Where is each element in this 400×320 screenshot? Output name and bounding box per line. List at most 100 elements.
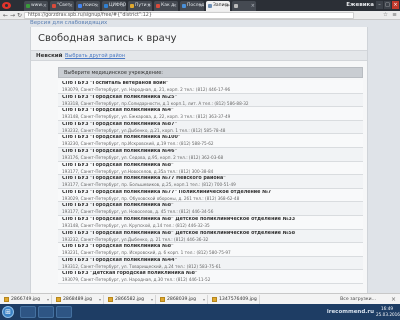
start-button[interactable]: ⊞ <box>2 306 14 318</box>
download-bar: Все загрузки... × 2866749.jpg ▾ 2868489.jp… <box>0 293 400 304</box>
institution-row[interactable]: СПб ГБУЗ "Городская поликлиника №8" Детс… <box>58 229 363 244</box>
image-file-icon <box>4 297 9 302</box>
institution-address: 193232, Санкт-Петербург, ул.Дыбенко, д. … <box>62 236 209 242</box>
institution-row[interactable]: СПб ГБУЗ "Городская поликлиника №46" 1931… <box>58 147 363 162</box>
chevron-down-icon[interactable]: ▾ <box>255 295 257 304</box>
download-item[interactable]: 2868039.jpg ▾ <box>158 295 208 304</box>
chevron-down-icon[interactable]: ▾ <box>151 295 153 304</box>
url-text: https://gorzdrav.spb.ru/signup/free/#{"d… <box>28 13 152 18</box>
institution-address: 193176, Санкт-Петербург, ул. Седова, д.9… <box>62 154 224 160</box>
chevron-down-icon[interactable]: ▾ <box>47 295 49 304</box>
minimize-icon[interactable]: – <box>376 1 383 9</box>
tab-close-icon[interactable]: × <box>69 2 73 10</box>
address-bar: ← → ↻ https://gorzdrav.spb.ru/signup/fre… <box>0 11 400 20</box>
window-controls: – □ × <box>375 1 399 9</box>
watermark: irecommend.ru <box>326 309 374 315</box>
star-icon[interactable]: ☆ <box>382 12 389 19</box>
browser-tab[interactable]: Как д × <box>154 1 178 11</box>
download-item[interactable]: 2866582.jpg ▾ <box>106 295 156 304</box>
change-district-link[interactable]: Выбрать другой район <box>65 52 125 60</box>
district-name: Невский <box>36 53 63 59</box>
download-item[interactable]: 1347576409.jpg ▾ <box>210 295 260 304</box>
browser-tab[interactable]: Послед × <box>180 1 204 11</box>
taskbar-app-icon[interactable] <box>20 306 36 318</box>
download-file-name: 1347576409.jpg <box>219 297 257 302</box>
taskbar-app-icon[interactable] <box>56 306 72 318</box>
maximize-icon[interactable]: □ <box>384 1 391 9</box>
institution-address: 193231, Санкт-Петербург, пр. Искровский,… <box>62 250 231 256</box>
download-item[interactable]: 2866749.jpg ▾ <box>2 295 52 304</box>
menu-icon[interactable]: ≡ <box>391 12 398 19</box>
tab-favicon-icon <box>182 4 186 8</box>
institution-address: 193079, Санкт-Петербург, ул. Народная, д… <box>62 277 211 283</box>
main-container: Свободная запись к врачу Невский Выбрать… <box>30 27 368 293</box>
institution-address: 193177, Санкт-Петербург, ул.Новоселов, д… <box>62 168 214 174</box>
browser-tab[interactable]: поиск × <box>76 1 100 11</box>
tab-favicon-icon <box>78 4 82 8</box>
institution-address: 193148, Санкт-Петербург, ул. Ежкарова, д… <box>62 114 231 120</box>
url-input[interactable]: https://gorzdrav.spb.ru/signup/free/#{"d… <box>24 12 354 19</box>
browser-tab[interactable]: Пути к × <box>128 1 152 11</box>
tab-close-icon[interactable]: × <box>251 2 255 10</box>
reload-icon[interactable]: ↻ <box>16 12 23 19</box>
browser-tab[interactable]: www. × <box>24 1 48 11</box>
download-file-name: 2866749.jpg <box>11 297 41 302</box>
tab-favicon-icon <box>234 4 238 8</box>
forward-arrow-icon[interactable]: → <box>9 12 16 19</box>
browser-logo-icon[interactable] <box>2 1 22 10</box>
accessibility-version-link[interactable]: Версия для слабовидящих <box>30 20 107 27</box>
tab-close-icon[interactable]: × <box>121 2 125 10</box>
close-downloads-icon[interactable]: × <box>391 295 396 304</box>
download-item[interactable]: 2868489.jpg ▾ <box>54 295 104 304</box>
institution-address: 193230, Санкт-Петербург, пр.Искровский, … <box>62 141 214 147</box>
tab-favicon-icon <box>52 4 56 8</box>
institution-row[interactable]: СПб ГБУЗ "Городская поликлиника №8" 19317… <box>58 202 363 216</box>
institution-row[interactable]: СПб ГБУЗ "Городская поликлиника №77" Пол… <box>58 188 363 203</box>
institution-row[interactable]: СПб ГБУЗ "Городская поликлиника №87" 1932… <box>58 120 363 135</box>
institution-row[interactable]: СПб ГБУЗ "Городская поликлиника №25" 1933… <box>58 93 363 108</box>
chevron-down-icon[interactable]: ▾ <box>203 295 205 304</box>
tab-favicon-icon <box>104 4 108 8</box>
image-file-icon <box>160 297 165 302</box>
tab-close-icon[interactable]: × <box>43 2 47 10</box>
tab-list: www. × "Свет × поиск × ЦИФРО × Пути к × Как д × Посл… <box>24 1 258 11</box>
user-name[interactable]: Ежевика <box>346 1 374 10</box>
institution-address: 193177, Санкт-Петербург, пр. Большевиков… <box>62 182 236 188</box>
taskbar: ⊞ irecommend.ru 16:49 25.03.2016 <box>0 304 400 320</box>
show-all-downloads-link[interactable]: Все загрузки... <box>340 295 376 304</box>
institution-row[interactable]: СПб ГБУЗ "Городская поликлиника №100" 193… <box>58 134 363 148</box>
taskbar-apps <box>20 306 74 318</box>
institution-row[interactable]: СПб ГБУЗ "Городская поликлиника №8" 19317… <box>58 161 363 176</box>
image-file-icon <box>212 297 217 302</box>
tab-close-icon[interactable]: × <box>173 2 177 10</box>
institution-row[interactable]: СПб ГБУЗ "Городская поликлиника №8" 19323… <box>58 243 363 257</box>
download-file-name: 2868039.jpg <box>167 297 197 302</box>
tab-close-icon[interactable]: × <box>95 2 99 10</box>
chevron-down-icon[interactable]: ▾ <box>99 295 101 304</box>
tab-close-icon[interactable]: × <box>199 2 203 10</box>
institution-row[interactable]: СПб ГБУЗ "Городская поликлиника №8" Детс… <box>58 215 363 230</box>
institution-row[interactable]: СПб ГБУЗ "Детская городская поликлиника … <box>58 270 363 284</box>
clock-date: 25.03.2016 <box>376 312 400 317</box>
browser-tab[interactable]: "Свет × <box>50 1 74 11</box>
institution-row[interactable]: СПб ГБУЗ "Госпиталь ветеранов войн" 19307… <box>58 80 363 94</box>
institution-row[interactable]: СПб ГБУЗ "Городская поликлиника №44" 1933… <box>58 256 363 271</box>
close-window-icon[interactable]: × <box>392 1 399 9</box>
institution-row[interactable]: СПб ГБУЗ "Городская поликлиника №77 Невс… <box>58 175 363 189</box>
tab-label: www. <box>31 3 44 8</box>
address-bar-actions: ☆ ≡ <box>380 12 398 19</box>
district-bar: Невский Выбрать другой район <box>31 50 367 61</box>
browser-tab[interactable]: Запись к× <box>206 1 230 11</box>
browser-tab[interactable]: ЦИФРО × <box>102 1 126 11</box>
tab-close-icon[interactable]: × <box>147 2 151 10</box>
institution-row[interactable]: СПб ГБУЗ "Городская поликлиника №4" 19314… <box>58 107 363 121</box>
clock[interactable]: 16:49 25.03.2016 <box>376 306 400 318</box>
taskbar-app-icon[interactable] <box>38 306 54 318</box>
browser-tab[interactable]: × <box>232 1 256 11</box>
tab-close-icon[interactable]: × <box>225 2 229 10</box>
image-file-icon <box>56 297 61 302</box>
institution-address: 193318, Санкт-Петербург, пр.Солидарности… <box>62 100 249 106</box>
tab-strip: www. × "Свет × поиск × ЦИФРО × Пути к × Как д × Посл… <box>0 0 400 11</box>
back-arrow-icon[interactable]: ← <box>2 12 9 19</box>
page-title: Свободная запись к врачу <box>38 33 177 44</box>
